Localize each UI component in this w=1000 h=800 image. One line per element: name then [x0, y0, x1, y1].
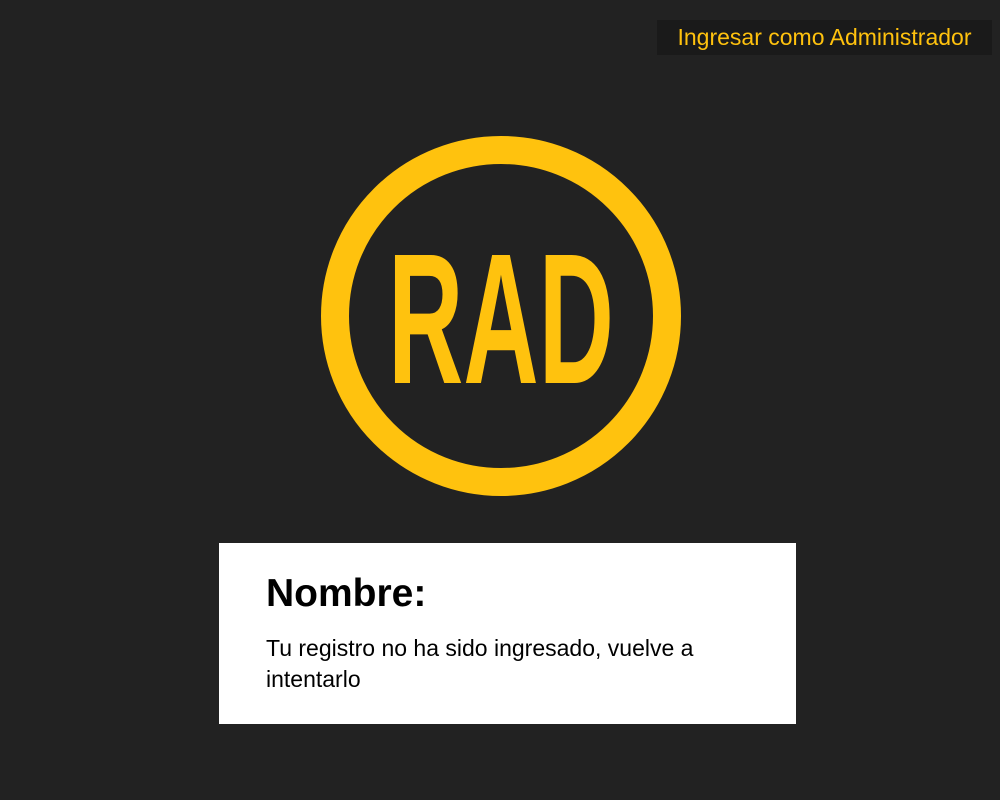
logo-text: RAD — [388, 216, 614, 423]
card-title: Nombre: — [266, 572, 427, 615]
admin-login-link[interactable]: Ingresar como Administrador — [657, 20, 992, 55]
status-message: Tu registro no ha sido ingresado, vuelve… — [266, 635, 694, 692]
rad-logo: RAD — [321, 136, 681, 496]
registration-status-card: Nombre: Tu registro no ha sido ingresado… — [219, 543, 796, 724]
